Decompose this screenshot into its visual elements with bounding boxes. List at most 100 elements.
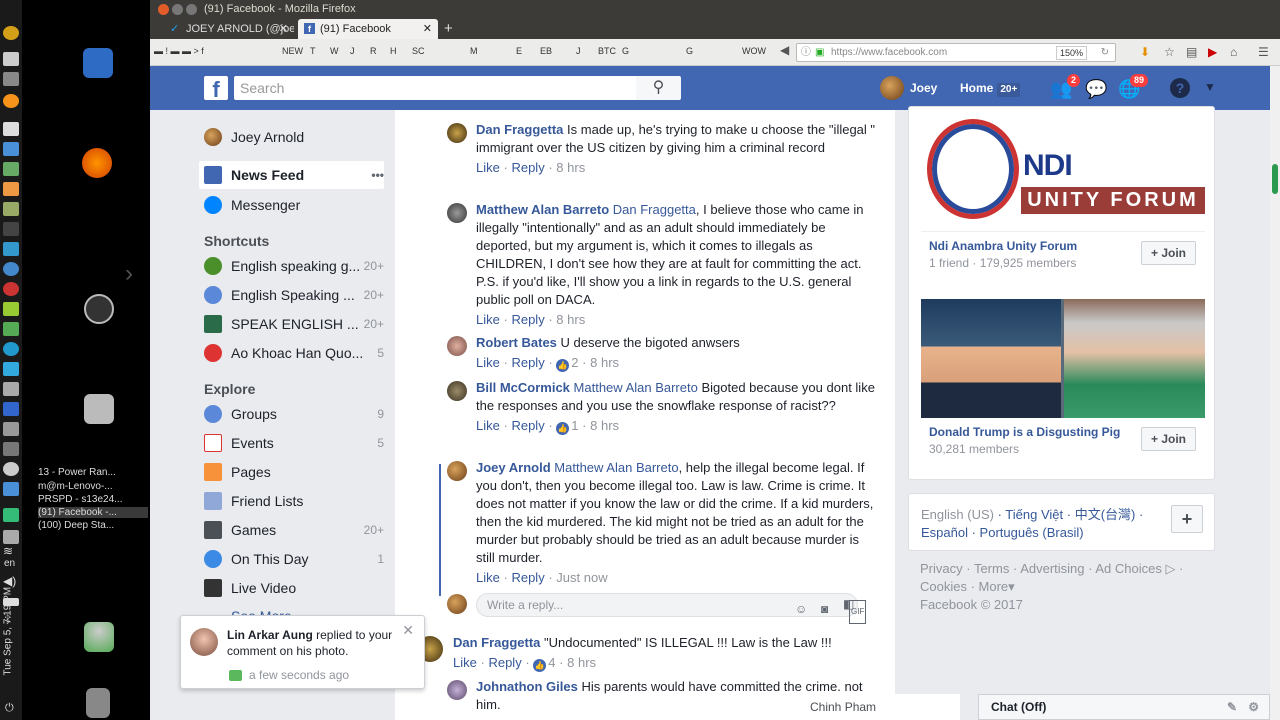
join-group-button[interactable]: + Join bbox=[1141, 427, 1196, 451]
more-options-icon[interactable]: ••• bbox=[371, 161, 384, 189]
bookmark-item[interactable]: G bbox=[622, 46, 629, 56]
bitcoin-icon[interactable] bbox=[3, 94, 19, 108]
menu-icon[interactable]: ☰ bbox=[1258, 45, 1269, 59]
library-icon[interactable]: ▤ bbox=[1186, 45, 1197, 59]
language-link[interactable]: 中文(台灣) bbox=[1075, 507, 1136, 522]
printer-icon[interactable] bbox=[3, 442, 19, 456]
emoji-icon[interactable]: ☺ bbox=[795, 598, 807, 620]
scrollbar-thumb[interactable] bbox=[1272, 164, 1278, 194]
atom-icon[interactable] bbox=[3, 362, 19, 376]
comment-time[interactable]: 8 hrs bbox=[590, 418, 619, 433]
footer-link[interactable]: Advertising bbox=[1020, 561, 1084, 576]
search-input[interactable]: Search bbox=[234, 76, 636, 100]
coin-icon[interactable] bbox=[3, 26, 19, 40]
expand-arrow-icon[interactable]: › bbox=[125, 260, 133, 288]
new-tab-button[interactable]: + bbox=[444, 19, 453, 39]
url-bar[interactable]: ⓘ ▣ https://www.facebook.com 150% ↻ bbox=[796, 43, 1116, 62]
notification-popup[interactable]: Lin Arkar Aung replied to your comment o… bbox=[180, 615, 425, 689]
window-icon[interactable] bbox=[3, 142, 19, 156]
profile-link[interactable]: Joey bbox=[880, 76, 937, 100]
language-link[interactable]: Tiếng Việt bbox=[1005, 507, 1063, 522]
avatar[interactable] bbox=[447, 203, 467, 223]
comment-time[interactable]: 8 hrs bbox=[590, 355, 619, 370]
avatar[interactable] bbox=[447, 680, 467, 700]
comment-author[interactable]: Dan Fraggetta bbox=[453, 635, 540, 650]
sidebar-item-games[interactable]: Games 20+ bbox=[199, 516, 384, 544]
info-icon[interactable]: ⓘ bbox=[801, 44, 811, 61]
monitor-icon[interactable] bbox=[3, 382, 19, 396]
comment-author[interactable]: Dan Fraggetta bbox=[476, 122, 563, 137]
reload-icon[interactable]: ↻ bbox=[1101, 44, 1109, 61]
avatar[interactable] bbox=[447, 336, 467, 356]
screen-icon[interactable] bbox=[3, 482, 19, 496]
sidebar-item-events[interactable]: Events 5 bbox=[199, 429, 384, 457]
like-link[interactable]: Like bbox=[476, 312, 500, 327]
close-icon[interactable]: ✕ bbox=[402, 622, 414, 639]
document-icon[interactable] bbox=[3, 52, 19, 66]
terminal-icon[interactable] bbox=[3, 222, 19, 236]
like-reaction-icon[interactable]: 👍 bbox=[556, 422, 570, 435]
reply-link[interactable]: Reply bbox=[511, 160, 544, 175]
sidebar-shortcut[interactable]: Ao Khoac Han Quo... 5 bbox=[199, 339, 384, 367]
bookmark-item[interactable]: M bbox=[470, 46, 478, 56]
bluetooth-icon[interactable] bbox=[3, 508, 19, 522]
firefox-icon[interactable] bbox=[82, 148, 112, 178]
bookmark-item[interactable]: WOW bbox=[742, 46, 766, 56]
like-reaction-icon[interactable]: 👍 bbox=[556, 359, 570, 372]
person-icon[interactable] bbox=[84, 622, 114, 652]
reply-link[interactable]: Reply bbox=[511, 312, 544, 327]
task-item-active[interactable]: (91) Facebook -... bbox=[38, 507, 148, 518]
comment-author[interactable]: Bill McCormick bbox=[476, 380, 570, 395]
like-count[interactable]: 4 bbox=[548, 655, 555, 670]
bookmark-item[interactable]: BTC bbox=[598, 46, 616, 56]
friend-requests-icon[interactable]: 👥 2 bbox=[1050, 74, 1080, 100]
back-icon[interactable]: ◀ bbox=[780, 43, 789, 57]
like-link[interactable]: Like bbox=[453, 655, 477, 670]
sidebar-item-messenger[interactable]: Messenger bbox=[199, 191, 384, 219]
record-icon[interactable] bbox=[3, 282, 19, 296]
camera-icon[interactable]: ◙ bbox=[821, 598, 828, 620]
avatar[interactable] bbox=[447, 461, 467, 481]
like-link[interactable]: Like bbox=[476, 418, 500, 433]
home-icon[interactable]: ⌂ bbox=[1230, 45, 1237, 59]
notifications-icon[interactable]: 🌐 89 bbox=[1118, 74, 1148, 100]
spreadsheet-icon[interactable] bbox=[3, 162, 19, 176]
minimize-window-button[interactable] bbox=[172, 4, 183, 15]
writer-icon[interactable] bbox=[83, 48, 113, 78]
sidebar-item-news-feed[interactable]: News Feed ••• bbox=[199, 161, 384, 189]
footer-link[interactable]: Cookies bbox=[920, 579, 967, 594]
close-tab-icon[interactable]: ✕ bbox=[279, 19, 288, 39]
archive-icon[interactable] bbox=[84, 394, 114, 424]
account-menu-icon[interactable]: ▼ bbox=[1204, 80, 1216, 94]
bookmark-item[interactable]: W bbox=[330, 46, 339, 56]
comment-tag[interactable]: Matthew Alan Barreto bbox=[574, 380, 698, 395]
ubuntu-software-icon[interactable] bbox=[84, 294, 114, 324]
group-cover-image[interactable]: NDI ANAMBRA UNITY FORUM bbox=[921, 115, 1205, 232]
comment-author[interactable]: Johnathon Giles bbox=[476, 679, 578, 694]
avatar[interactable] bbox=[447, 381, 467, 401]
group-name[interactable]: Donald Trump is a Disgusting Pig bbox=[929, 425, 1120, 439]
like-count[interactable]: 2 bbox=[571, 355, 578, 370]
upload-icon[interactable] bbox=[3, 72, 19, 86]
sidebar-item-pages[interactable]: Pages bbox=[199, 458, 384, 486]
sidebar-item-on-this-day[interactable]: On This Day 1 bbox=[199, 545, 384, 573]
extension-icon[interactable]: ▶ bbox=[1208, 45, 1217, 59]
home-link[interactable]: Home 20+ bbox=[960, 76, 1021, 100]
bookmark-item[interactable]: EB bbox=[540, 46, 552, 56]
sidebar-item-live-video[interactable]: Live Video bbox=[199, 574, 384, 602]
maximize-window-button[interactable] bbox=[186, 4, 197, 15]
group-cover-image[interactable] bbox=[921, 299, 1205, 418]
bookmark-item[interactable]: H bbox=[390, 46, 397, 56]
trash-icon[interactable] bbox=[86, 688, 110, 718]
sidebar-shortcut[interactable]: English Speaking ... 20+ bbox=[199, 281, 384, 309]
comment-time[interactable]: Just now bbox=[556, 570, 607, 585]
sidebar-item-friend-lists[interactable]: Friend Lists bbox=[199, 487, 384, 515]
task-item[interactable]: 13 - Power Ran... bbox=[38, 467, 148, 478]
page-scrollbar[interactable] bbox=[1270, 66, 1280, 720]
media-icon[interactable] bbox=[3, 262, 19, 276]
game-icon[interactable] bbox=[3, 302, 19, 316]
bookmark-item[interactable]: G bbox=[686, 46, 693, 56]
bookmark-item[interactable]: J bbox=[350, 46, 355, 56]
folder-icon[interactable] bbox=[3, 422, 19, 436]
bookmark-star-icon[interactable]: ☆ bbox=[1164, 45, 1175, 59]
